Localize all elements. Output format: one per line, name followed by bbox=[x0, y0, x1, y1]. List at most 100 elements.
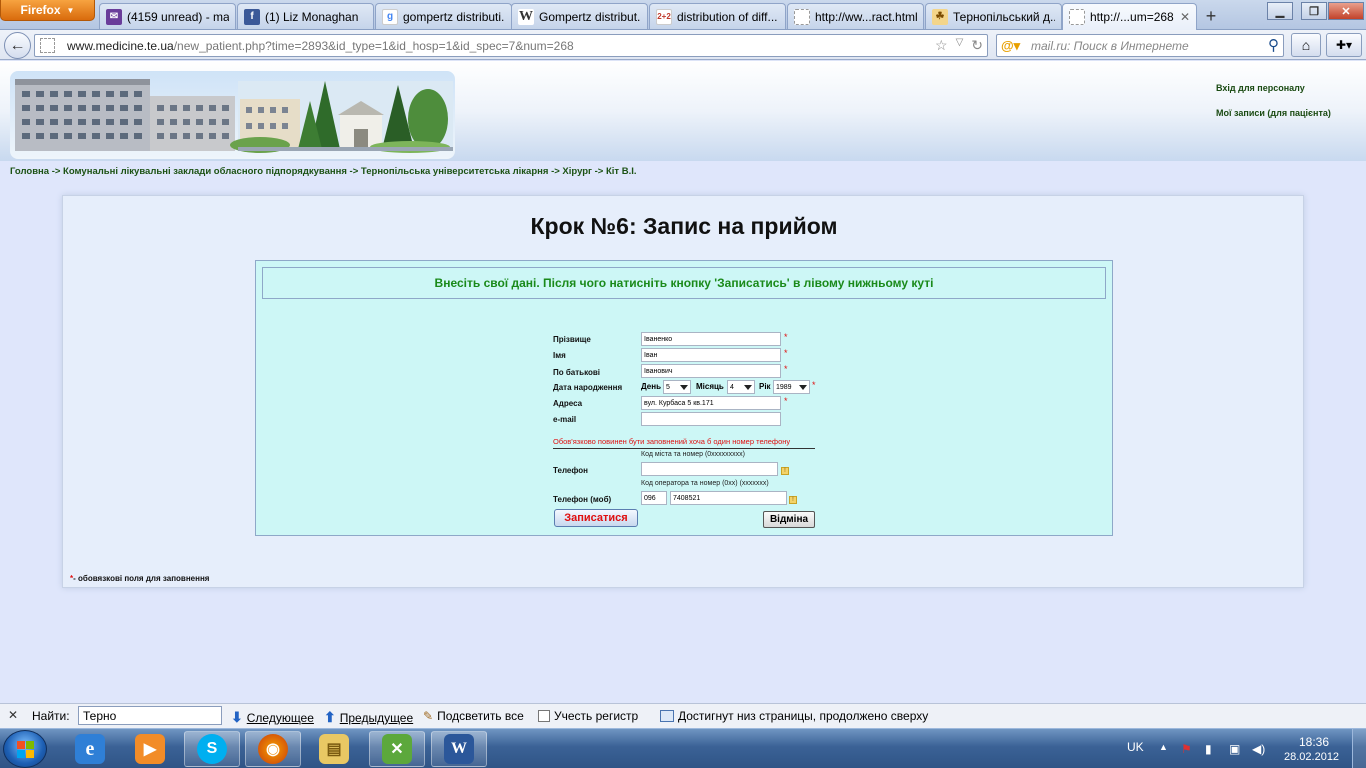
taskbar-media-player[interactable]: ▶ bbox=[122, 731, 178, 767]
taskbar-firefox[interactable]: ◉ bbox=[245, 731, 301, 767]
restore-button[interactable]: ❐ bbox=[1301, 2, 1327, 20]
tray-expand-icon[interactable]: ▲ bbox=[1159, 742, 1168, 752]
tab-google[interactable]: g gompertz distributi... bbox=[375, 3, 512, 29]
firefox-icon: ◉ bbox=[258, 734, 288, 764]
firefox-menu-label: Firefox bbox=[20, 3, 61, 17]
taskbar-skype[interactable]: S bbox=[184, 731, 240, 767]
mobile-hint: Код оператора та номер (0xx) (xxxxxxx) bbox=[641, 480, 769, 487]
close-icon[interactable]: ✕ bbox=[8, 708, 18, 722]
day-select[interactable]: 5 bbox=[663, 380, 691, 394]
url-domain: www.medicine.te.ua bbox=[67, 39, 174, 53]
required-marker: * bbox=[812, 380, 816, 390]
taskbar-internet-explorer[interactable]: e bbox=[62, 731, 118, 767]
bookmark-star-icon[interactable]: ☆ bbox=[935, 37, 948, 54]
web-page: Вхід для персоналу Мої записи (для паціє… bbox=[0, 61, 1366, 703]
arrow-down-icon: ⬇ bbox=[231, 709, 243, 725]
wikipedia-icon: W bbox=[518, 8, 534, 25]
info-icon[interactable]: ! bbox=[789, 496, 797, 504]
tab-mail[interactable]: ✉ (4159 unread) - ma... bbox=[99, 3, 236, 29]
firefox-menu-button[interactable]: Firefox ▼ bbox=[0, 0, 95, 21]
info-icon[interactable]: ! bbox=[781, 467, 789, 475]
addons-button[interactable]: ✚▾ bbox=[1326, 33, 1362, 57]
back-button[interactable]: ← bbox=[4, 32, 31, 59]
site-identity-icon[interactable] bbox=[40, 38, 55, 53]
search-engine-icon[interactable]: @▾ bbox=[1001, 38, 1020, 54]
required-marker: * bbox=[784, 396, 788, 406]
mobile-number-input[interactable]: 7408521 bbox=[670, 491, 787, 505]
show-desktop-button[interactable] bbox=[1352, 729, 1366, 768]
highlight-all-label: Подсветить все bbox=[437, 709, 524, 723]
chevron-down-icon bbox=[744, 385, 752, 390]
tab-hospital[interactable]: ☘ Тернопільський д... bbox=[925, 3, 1062, 29]
phone-warning: Обов'язково повинен бути заповнений хоча… bbox=[553, 437, 791, 446]
highlight-all-button[interactable]: ✎ Подсветить все bbox=[423, 709, 524, 723]
divider bbox=[553, 448, 815, 449]
taskbar-word[interactable]: W bbox=[431, 731, 487, 767]
history-dropdown-icon[interactable]: ▽ bbox=[956, 37, 964, 54]
required-fields-note: *- обовязкові поля для заповнення bbox=[70, 574, 209, 583]
reload-icon[interactable]: ↻ bbox=[971, 37, 983, 54]
find-status-text: Достигнут низ страницы, продолжено сверх… bbox=[678, 709, 929, 723]
tab-title: distribution of diff... bbox=[677, 9, 778, 24]
volume-icon[interactable]: ◀) bbox=[1252, 742, 1265, 756]
checkbox[interactable] bbox=[538, 710, 550, 722]
email-label: e-mail bbox=[553, 415, 577, 424]
tab-math[interactable]: 2+2 distribution of diff... bbox=[649, 3, 786, 29]
chevron-down-icon bbox=[799, 385, 807, 390]
minimize-button[interactable]: ▁ bbox=[1267, 2, 1293, 20]
tab-facebook[interactable]: f (1) Liz Monaghan bbox=[237, 3, 374, 29]
clock-date[interactable]: 28.02.2012 bbox=[1284, 751, 1339, 763]
day-value: 5 bbox=[666, 383, 670, 391]
address-input[interactable]: вул. Курбаса 5 кв.171 bbox=[641, 396, 781, 410]
arrow-left-icon: ← bbox=[9, 36, 26, 54]
search-bar[interactable]: @▾ mail.ru: Поиск в Интернете ⚲ bbox=[996, 34, 1284, 57]
clock-time[interactable]: 18:36 bbox=[1299, 735, 1329, 749]
submit-button[interactable]: Записатися bbox=[554, 509, 638, 527]
staff-login-link[interactable]: Вхід для персоналу bbox=[1216, 83, 1305, 93]
month-label: Місяць bbox=[696, 382, 724, 391]
mobile-code-input[interactable]: 096 bbox=[641, 491, 667, 505]
find-prev-button[interactable]: ⬆ Предыдущее bbox=[324, 709, 413, 726]
breadcrumb[interactable]: Головна -> Комунальні лікувальні заклади… bbox=[10, 166, 637, 177]
close-window-button[interactable]: ✕ bbox=[1328, 2, 1364, 20]
find-next-button[interactable]: ⬇ Следующее bbox=[231, 709, 314, 726]
language-indicator[interactable]: UK bbox=[1127, 740, 1144, 754]
close-tab-icon[interactable]: ✕ bbox=[1180, 10, 1190, 24]
find-next-label: Следующее bbox=[246, 710, 314, 725]
address-label: Адреса bbox=[553, 399, 583, 408]
tab-strip: Firefox ▼ ✉ (4159 unread) - ma... f (1) … bbox=[0, 0, 1366, 30]
windows-taskbar: e ▶ S ◉ ▤ ✕ W UK ▲ ⚑ ▮ ▣ ◀) 18:36 28.02.… bbox=[0, 728, 1366, 768]
home-button[interactable]: ⌂ bbox=[1291, 33, 1321, 57]
action-center-icon[interactable]: ⚑ bbox=[1181, 742, 1192, 756]
network-icon[interactable]: ▣ bbox=[1229, 742, 1240, 756]
find-status: Достигнут низ страницы, продолжено сверх… bbox=[660, 709, 928, 723]
find-label: Найти: bbox=[32, 709, 70, 723]
name-input[interactable]: Іван bbox=[641, 348, 781, 362]
taskbar-explorer[interactable]: ▤ bbox=[306, 731, 362, 767]
tab-abstract[interactable]: http://ww...ract.html bbox=[787, 3, 924, 29]
search-icon[interactable]: ⚲ bbox=[1268, 36, 1279, 54]
phone-input[interactable] bbox=[641, 462, 778, 476]
patronymic-input[interactable]: Іванович bbox=[641, 364, 781, 378]
email-input[interactable] bbox=[641, 412, 781, 426]
tab-title: http://...um=268 bbox=[1090, 10, 1174, 24]
surname-input[interactable]: Іваненко bbox=[641, 332, 781, 346]
tab-title: http://ww...ract.html bbox=[815, 9, 917, 24]
my-records-link[interactable]: Мої записи (для пацієнта) bbox=[1216, 108, 1331, 118]
cancel-button[interactable]: Відміна bbox=[763, 511, 815, 528]
surname-label: Прізвище bbox=[553, 335, 591, 344]
address-bar[interactable]: www.medicine.te.ua/new_patient.php?time=… bbox=[34, 34, 988, 57]
tab-title: Gompertz distribut... bbox=[539, 9, 641, 24]
year-select[interactable]: 1989 bbox=[773, 380, 810, 394]
home-icon: ⌂ bbox=[1301, 37, 1311, 53]
find-input[interactable]: Терно bbox=[78, 706, 222, 725]
match-case-checkbox[interactable]: Учесть регистр bbox=[538, 709, 638, 723]
math-icon: 2+2 bbox=[656, 8, 672, 25]
start-button[interactable] bbox=[3, 730, 47, 768]
month-select[interactable]: 4 bbox=[727, 380, 755, 394]
tab-wikipedia[interactable]: W Gompertz distribut... bbox=[511, 3, 648, 29]
tab-current[interactable]: http://...um=268 ✕ bbox=[1062, 3, 1197, 30]
new-tab-button[interactable]: + bbox=[1198, 4, 1224, 28]
taskbar-app-leaf[interactable]: ✕ bbox=[369, 731, 425, 767]
battery-icon[interactable]: ▮ bbox=[1205, 742, 1212, 756]
